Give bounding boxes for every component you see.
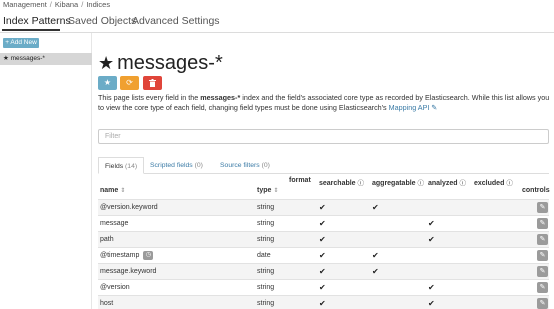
table-row: path string ✔ ✔ ✎: [98, 231, 549, 247]
table-row: @version string ✔ ✔ ✎: [98, 279, 549, 295]
column-header-controls: controls: [522, 187, 550, 194]
delete-pattern-button[interactable]: [143, 76, 162, 90]
aggregatable-check-icon: ✔: [372, 203, 379, 212]
table-row: host string ✔ ✔ ✎: [98, 295, 549, 309]
field-name: host: [100, 300, 114, 307]
column-header-name[interactable]: name ⇕: [100, 187, 125, 194]
info-icon[interactable]: ⓘ: [358, 180, 365, 187]
sort-icon: ⇕: [273, 188, 279, 194]
searchable-check-icon: ✔: [319, 219, 326, 228]
aggregatable-check-icon: ✔: [372, 267, 379, 276]
info-icon[interactable]: ⓘ: [506, 180, 513, 187]
analyzed-check-icon: ✔: [428, 299, 435, 308]
column-header-analyzed: analyzed ⓘ: [428, 180, 467, 187]
analyzed-check-icon: ✔: [428, 219, 435, 228]
page-description: This page lists every field in the messa…: [98, 93, 550, 112]
table-row: message.keyword string ✔ ✔ ✎: [98, 263, 549, 279]
aggregatable-check-icon: ✔: [372, 251, 379, 260]
column-header-aggregatable: aggregatable ⓘ: [372, 180, 425, 187]
main-content: ★ messages-* ★ ⟳ This page lists every fi…: [92, 33, 554, 309]
field-name: message.keyword: [100, 268, 157, 275]
field-type: string: [257, 204, 275, 211]
edit-field-button[interactable]: ✎: [537, 298, 548, 309]
edit-field-button[interactable]: ✎: [537, 250, 548, 261]
breadcrumb: Management / Kibana / Indices: [3, 0, 110, 11]
column-header-format: format: [289, 177, 311, 184]
trash-icon: [149, 79, 156, 87]
field-type: string: [257, 268, 275, 275]
field-name: @version: [100, 284, 130, 291]
tab-saved-objects[interactable]: Saved Objects: [68, 15, 136, 28]
tab-source-filters[interactable]: Source filters (0): [214, 157, 276, 174]
page-title: ★ messages-*: [98, 51, 223, 75]
page-title-text: messages-*: [117, 52, 223, 74]
mapping-api-link[interactable]: Mapping API ✎: [389, 103, 438, 112]
table-row: message string ✔ ✔ ✎: [98, 215, 549, 231]
edit-field-button[interactable]: ✎: [537, 266, 548, 277]
column-header-type[interactable]: type ⇕: [257, 187, 278, 194]
edit-field-button[interactable]: ✎: [537, 234, 548, 245]
edit-field-button[interactable]: ✎: [537, 218, 548, 229]
tab-advanced-settings[interactable]: Advanced Settings: [132, 15, 220, 28]
tab-index-patterns[interactable]: Index Patterns: [3, 15, 71, 28]
field-type: string: [257, 236, 275, 243]
set-default-button[interactable]: ★: [98, 76, 117, 90]
breadcrumb-separator: /: [81, 0, 84, 9]
searchable-check-icon: ✔: [319, 299, 326, 308]
column-header-excluded: excluded ⓘ: [474, 180, 513, 187]
searchable-check-icon: ✔: [319, 251, 326, 260]
searchable-check-icon: ✔: [319, 235, 326, 244]
management-tabs: Index Patterns Saved Objects Advanced Se…: [0, 13, 554, 33]
field-type: string: [257, 300, 275, 307]
edit-field-button[interactable]: ✎: [537, 282, 548, 293]
searchable-check-icon: ✔: [319, 203, 326, 212]
index-pattern-sidebar: + Add New ★ messages-*: [0, 33, 92, 309]
field-type: string: [257, 220, 275, 227]
star-icon: ★: [98, 53, 115, 73]
field-type: string: [257, 284, 275, 291]
sort-icon: ⇕: [120, 188, 126, 194]
field-name: path: [100, 236, 114, 243]
table-row: @version.keyword string ✔ ✔ ✎: [98, 199, 549, 215]
field-name: @version.keyword: [100, 204, 158, 211]
searchable-check-icon: ✔: [319, 283, 326, 292]
field-tabs: Fields (14) Scripted fields (0) Source f…: [98, 157, 549, 174]
sidebar-item-messages[interactable]: ★ messages-*: [0, 53, 92, 65]
tab-scripted-fields[interactable]: Scripted fields (0): [144, 157, 209, 174]
field-name: message: [100, 220, 129, 227]
tab-fields[interactable]: Fields (14): [98, 157, 145, 174]
info-icon[interactable]: ⓘ: [460, 180, 467, 187]
clock-icon: ◷: [143, 250, 154, 260]
index-name-bold: messages-*: [200, 93, 241, 102]
field-name: @timestamp ◷: [100, 248, 154, 263]
breadcrumb-management[interactable]: Management: [3, 0, 47, 9]
refresh-icon: ⟳: [126, 78, 133, 87]
searchable-check-icon: ✔: [319, 267, 326, 276]
info-icon[interactable]: ⓘ: [418, 180, 425, 187]
active-tab-indicator: [2, 29, 60, 31]
analyzed-check-icon: ✔: [428, 235, 435, 244]
breadcrumb-indices: Indices: [86, 0, 111, 9]
link-icon: ✎: [431, 103, 438, 112]
refresh-fields-button[interactable]: ⟳: [120, 76, 139, 90]
column-header-searchable: searchable ⓘ: [319, 180, 365, 187]
add-new-button[interactable]: + Add New: [3, 38, 39, 48]
filter-input[interactable]: Filter: [98, 129, 549, 144]
table-row: @timestamp ◷ date ✔ ✔ ✎: [98, 247, 549, 263]
breadcrumb-separator: /: [49, 0, 52, 9]
star-icon: ★: [103, 78, 112, 87]
breadcrumb-kibana[interactable]: Kibana: [55, 0, 78, 9]
edit-field-button[interactable]: ✎: [537, 202, 548, 213]
analyzed-check-icon: ✔: [428, 283, 435, 292]
field-type: date: [257, 252, 271, 259]
